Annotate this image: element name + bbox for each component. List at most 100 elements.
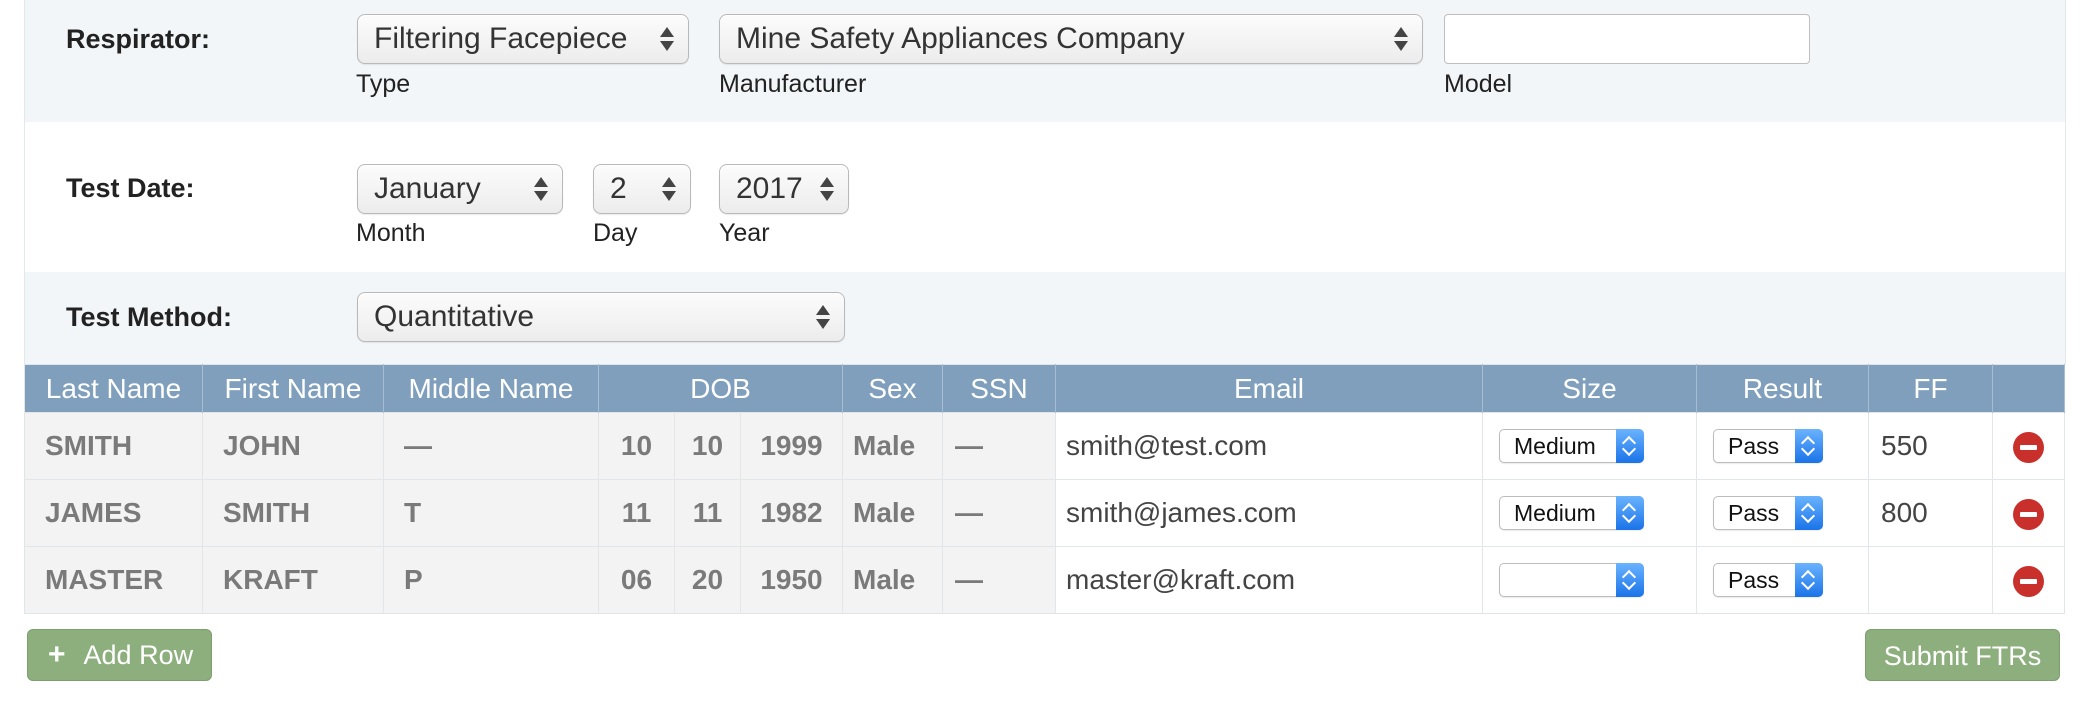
cell-ssn: — — [942, 412, 1056, 480]
col-header-result: Result — [1696, 364, 1869, 413]
submit-ftrs-button[interactable]: Submit FTRs — [1865, 629, 2060, 681]
test-method-value: Quantitative — [374, 300, 535, 333]
cell-dob-year: 1982 — [740, 479, 843, 547]
cell-dob-day: 10 — [674, 412, 741, 480]
col-header-middle-name: Middle Name — [383, 364, 599, 413]
cell-sex: Male — [842, 412, 943, 480]
month-select[interactable]: January — [357, 164, 563, 214]
remove-row-icon[interactable] — [2013, 431, 2044, 463]
cell-email[interactable]: smith@test.com — [1055, 412, 1483, 480]
test-method-label: Test Method: — [66, 302, 232, 332]
select-arrows-icon — [820, 174, 834, 204]
select-arrows-icon — [1394, 24, 1408, 54]
result-select[interactable]: Pass — [1713, 429, 1823, 464]
test-method-select[interactable]: Quantitative — [357, 292, 845, 342]
year-caption: Year — [719, 219, 770, 247]
cell-ff[interactable]: 550 — [1868, 412, 1993, 480]
cell-dob-month: 06 — [598, 546, 675, 614]
remove-row-icon[interactable] — [2013, 498, 2044, 530]
cell-dob-day: 20 — [674, 546, 741, 614]
cell-dob-year: 1950 — [740, 546, 843, 614]
year-value: 2017 — [736, 172, 803, 205]
fit-test-table: Last Name First Name Middle Name DOB Sex… — [24, 364, 2065, 614]
stepper-arrows-icon — [1795, 429, 1823, 464]
month-caption: Month — [356, 219, 426, 247]
stepper-arrows-icon — [1795, 496, 1823, 531]
size-select[interactable] — [1499, 563, 1644, 598]
plus-icon: + — [48, 638, 66, 671]
col-header-last-name: Last Name — [24, 364, 203, 413]
test-method-section: Test Method: Quantitative — [24, 272, 2066, 364]
cell-remove — [1992, 412, 2065, 480]
test-date-section: Test Date: January Month 2 Day 2017 Year — [24, 122, 2066, 272]
cell-first-name: KRAFT — [202, 546, 384, 614]
cell-middle-name: T — [383, 479, 599, 547]
cell-dob-year: 1999 — [740, 412, 843, 480]
stepper-arrows-icon — [1616, 429, 1644, 464]
cell-dob-day: 11 — [674, 479, 741, 547]
month-value: January — [374, 172, 481, 205]
model-caption: Model — [1444, 70, 1513, 98]
stepper-arrows-icon — [1795, 563, 1823, 598]
cell-size: Medium — [1482, 479, 1697, 547]
respirator-section: Respirator: Filtering Facepiece Type Min… — [24, 0, 2066, 122]
col-header-dob: DOB — [598, 364, 843, 413]
day-select[interactable]: 2 — [593, 164, 691, 214]
cell-sex: Male — [842, 479, 943, 547]
size-value: Medium — [1514, 433, 1596, 460]
result-value: Pass — [1728, 500, 1780, 527]
model-input[interactable] — [1444, 14, 1810, 64]
add-row-button[interactable]: + Add Row — [27, 629, 212, 681]
test-date-label: Test Date: — [66, 173, 195, 203]
select-arrows-icon — [816, 302, 830, 332]
select-arrows-icon — [660, 24, 674, 54]
cell-dob-month: 11 — [598, 479, 675, 547]
day-value: 2 — [610, 172, 627, 205]
cell-result: Pass — [1696, 479, 1869, 547]
col-header-ssn: SSN — [942, 364, 1056, 413]
year-select[interactable]: 2017 — [719, 164, 849, 214]
cell-first-name: SMITH — [202, 479, 384, 547]
manufacturer-select[interactable]: Mine Safety Appliances Company — [719, 14, 1423, 64]
result-select[interactable]: Pass — [1713, 496, 1823, 531]
cell-first-name: JOHN — [202, 412, 384, 480]
cell-ff[interactable] — [1868, 546, 1993, 614]
table-row: MASTER KRAFT P 06 20 1950 Male — master@… — [24, 546, 2065, 614]
result-select[interactable]: Pass — [1713, 563, 1823, 598]
table-row: SMITH JOHN — 10 10 1999 Male — smith@tes… — [24, 412, 2065, 480]
ftr-form-page: Respirator: Filtering Facepiece Type Min… — [0, 0, 2088, 728]
cell-ssn: — — [942, 479, 1056, 547]
cell-last-name: SMITH — [24, 412, 203, 480]
size-select[interactable]: Medium — [1499, 496, 1644, 531]
remove-row-icon[interactable] — [2013, 565, 2044, 597]
respirator-type-select[interactable]: Filtering Facepiece — [357, 14, 689, 64]
cell-remove — [1992, 546, 2065, 614]
cell-size — [1482, 546, 1697, 614]
col-header-sex: Sex — [842, 364, 943, 413]
cell-size: Medium — [1482, 412, 1697, 480]
size-select[interactable]: Medium — [1499, 429, 1644, 464]
table-header-row: Last Name First Name Middle Name DOB Sex… — [24, 364, 2065, 413]
cell-ssn: — — [942, 546, 1056, 614]
size-value: Medium — [1514, 500, 1596, 527]
respirator-label: Respirator: — [66, 24, 211, 54]
cell-middle-name: P — [383, 546, 599, 614]
cell-email[interactable]: master@kraft.com — [1055, 546, 1483, 614]
cell-result: Pass — [1696, 412, 1869, 480]
cell-email[interactable]: smith@james.com — [1055, 479, 1483, 547]
cell-dob-month: 10 — [598, 412, 675, 480]
col-header-size: Size — [1482, 364, 1697, 413]
cell-result: Pass — [1696, 546, 1869, 614]
manufacturer-value: Mine Safety Appliances Company — [736, 22, 1185, 55]
cell-ff[interactable]: 800 — [1868, 479, 1993, 547]
select-arrows-icon — [662, 174, 676, 204]
respirator-type-value: Filtering Facepiece — [374, 22, 628, 55]
result-value: Pass — [1728, 567, 1780, 594]
respirator-type-caption: Type — [356, 70, 411, 98]
cell-last-name: JAMES — [24, 479, 203, 547]
cell-middle-name: — — [383, 412, 599, 480]
result-value: Pass — [1728, 433, 1780, 460]
day-caption: Day — [593, 219, 638, 247]
cell-remove — [1992, 479, 2065, 547]
add-row-label: Add Row — [83, 640, 194, 670]
